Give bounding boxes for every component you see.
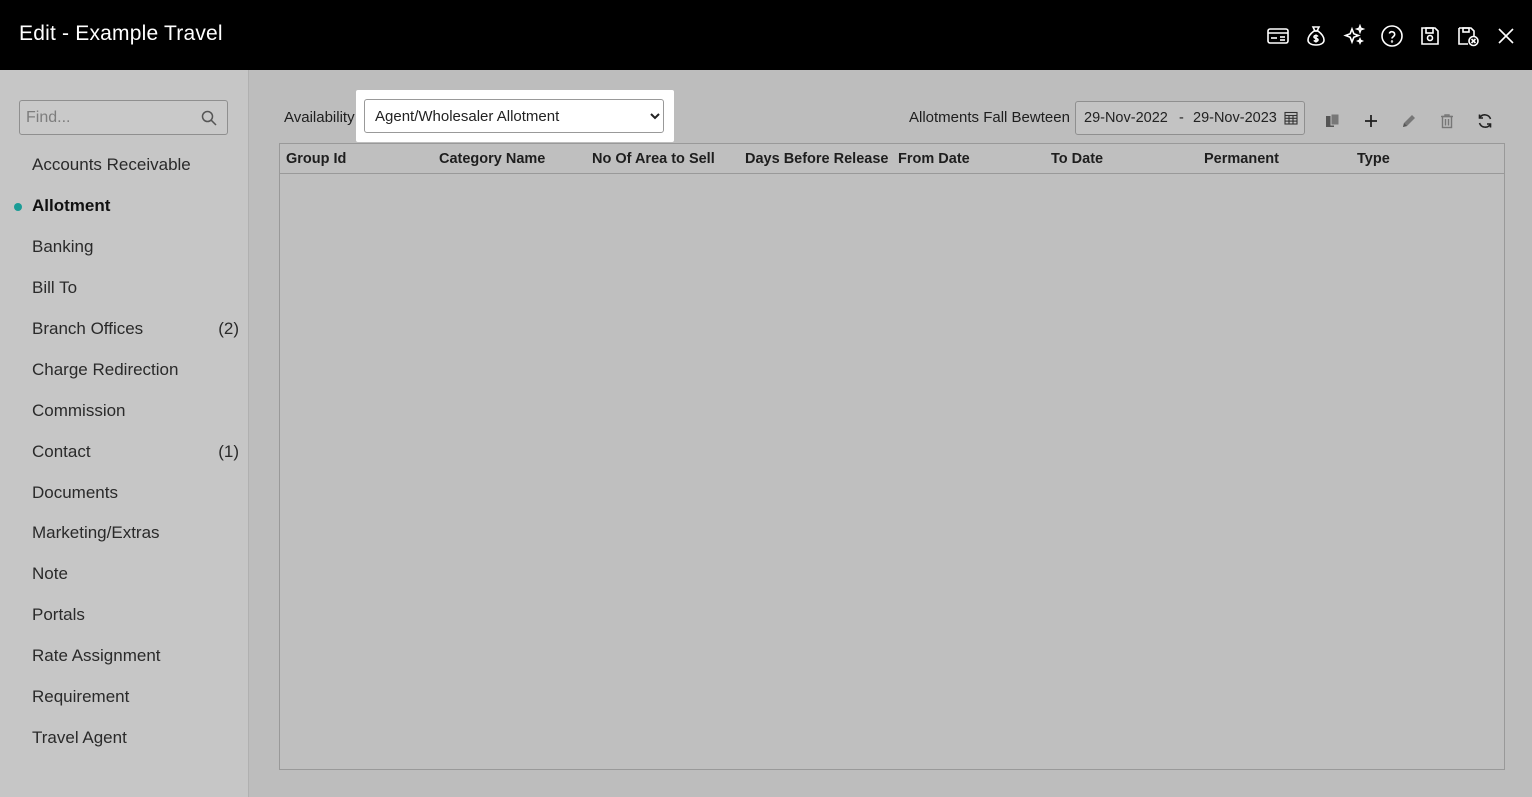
sidebar-item-label: Allotment	[32, 196, 111, 216]
sidebar-item-branch-offices[interactable]: Branch Offices (2)	[0, 309, 249, 350]
sidebar-item-label: Charge Redirection	[32, 359, 179, 379]
sidebar-item-charge-redirection[interactable]: Charge Redirection	[0, 349, 249, 390]
sidebar-item-label: Bill To	[32, 278, 78, 298]
column-header-type[interactable]: Type	[1351, 144, 1504, 173]
sidebar-item-travel-agent[interactable]: Travel Agent	[0, 717, 249, 758]
close-icon[interactable]	[1494, 24, 1518, 48]
sidebar-item-label: Contact	[32, 441, 91, 461]
refresh-icon	[1478, 113, 1491, 128]
sidebar-item-accounts-receivable[interactable]: Accounts Receivable	[0, 145, 249, 186]
copy-icon	[1325, 113, 1339, 127]
find-input[interactable]	[20, 101, 195, 134]
delete-icon	[1440, 113, 1453, 128]
sidebar-item-documents[interactable]: Documents	[0, 472, 249, 513]
sidebar-item-label: Documents	[32, 482, 118, 502]
sidebar-item-allotment[interactable]: Allotment	[0, 186, 249, 227]
title-bar: Edit - Example Travel	[0, 0, 1532, 70]
sidebar-nav: Accounts Receivable Allotment Banking Bi…	[0, 145, 249, 758]
column-header-group-id[interactable]: Group Id	[280, 144, 433, 173]
date-range-picker[interactable]: 29-Nov-2022 - 29-Nov-2023	[1075, 101, 1305, 135]
title-bar-actions	[1252, 24, 1518, 48]
money-bag-icon[interactable]	[1304, 24, 1328, 48]
main-panel: Availability Agent/Wholesaler Allotment …	[250, 70, 1532, 797]
date-from: 29-Nov-2022	[1084, 110, 1168, 126]
column-header-to-date[interactable]: To Date	[1045, 144, 1198, 173]
sidebar-item-label: Note	[32, 564, 68, 584]
grid-header: Group Id Category Name No Of Area to Sel…	[280, 144, 1504, 174]
add-icon	[1364, 114, 1377, 127]
sidebar-item-rate-assignment[interactable]: Rate Assignment	[0, 636, 249, 677]
refresh-button[interactable]	[1472, 108, 1497, 133]
grid-toolbar	[1320, 108, 1510, 133]
date-separator: -	[1179, 110, 1184, 126]
availability-select[interactable]: Agent/Wholesaler Allotment	[364, 99, 664, 133]
column-header-category-name[interactable]: Category Name	[433, 144, 586, 173]
item-count-badge: (2)	[218, 319, 239, 338]
availability-highlight: Agent/Wholesaler Allotment	[356, 90, 674, 142]
date-to: 29-Nov-2023	[1193, 110, 1277, 126]
help-icon[interactable]	[1380, 24, 1404, 48]
save-icon[interactable]	[1418, 24, 1442, 48]
sidebar-item-label: Marketing/Extras	[32, 523, 160, 543]
sidebar-item-portals[interactable]: Portals	[0, 595, 249, 636]
sidebar-item-label: Branch Offices	[32, 319, 144, 338]
sidebar-item-label: Travel Agent	[32, 727, 127, 747]
sparkle-icon[interactable]	[1342, 24, 1366, 48]
save-close-icon[interactable]	[1456, 24, 1480, 48]
sidebar-item-commission[interactable]: Commission	[0, 390, 249, 431]
sidebar-item-label: Banking	[32, 237, 94, 257]
sidebar-item-label: Commission	[32, 400, 126, 420]
sidebar-item-note[interactable]: Note	[0, 554, 249, 595]
column-header-no-of-area[interactable]: No Of Area to Sell	[586, 144, 739, 173]
date-range-label: Allotments Fall Bewteen	[909, 109, 1070, 126]
sidebar: Accounts Receivable Allotment Banking Bi…	[0, 70, 249, 797]
sidebar-item-label: Requirement	[32, 687, 130, 707]
sidebar-item-requirement[interactable]: Requirement	[0, 677, 249, 718]
search-icon[interactable]	[201, 110, 217, 126]
allotment-grid: Group Id Category Name No Of Area to Sel…	[279, 143, 1505, 770]
edit-icon	[1402, 114, 1415, 127]
sidebar-item-label: Accounts Receivable	[32, 155, 191, 175]
find-box	[19, 100, 228, 135]
copy-button[interactable]	[1320, 108, 1345, 133]
window-title: Edit - Example Travel	[19, 22, 223, 45]
delete-button[interactable]	[1434, 108, 1459, 133]
active-indicator	[14, 202, 22, 211]
column-header-permanent[interactable]: Permanent	[1198, 144, 1351, 173]
sidebar-item-contact[interactable]: Contact (1)	[0, 431, 249, 472]
edit-button[interactable]	[1396, 108, 1421, 133]
column-header-from-date[interactable]: From Date	[892, 144, 1045, 173]
sidebar-item-label: Rate Assignment	[32, 646, 161, 666]
card-icon[interactable]	[1266, 24, 1290, 48]
sidebar-item-marketing-extras[interactable]: Marketing/Extras	[0, 513, 249, 554]
item-count-badge: (1)	[218, 441, 239, 461]
sidebar-item-bill-to[interactable]: Bill To	[0, 268, 249, 309]
sidebar-item-label: Portals	[32, 605, 85, 625]
calendar-icon[interactable]	[1284, 111, 1298, 125]
availability-label: Availability	[284, 109, 355, 126]
column-header-days-before-release[interactable]: Days Before Release	[739, 144, 892, 173]
sidebar-item-banking[interactable]: Banking	[0, 227, 249, 268]
add-button[interactable]	[1358, 108, 1383, 133]
